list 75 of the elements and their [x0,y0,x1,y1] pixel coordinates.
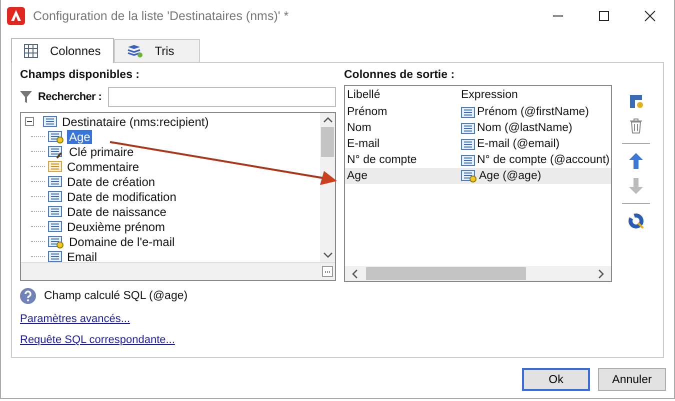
collapse-icon[interactable] [25,117,34,126]
tree-item[interactable]: Date de création [65,174,158,188]
scroll-down-icon [322,251,332,259]
table-cell-text: Prénom [346,106,388,118]
table-cell-text: Nom [346,122,372,134]
tab[interactable]: Tris [114,39,200,62]
tree-item[interactable]: Deuxième prénom [65,220,168,234]
link[interactable]: Paramètres avancés... [20,313,130,325]
trash-icon [629,118,643,134]
scrollbar-thumb[interactable] [366,267,526,280]
list-icon [48,175,62,188]
scroll-right-icon [597,268,605,278]
table-row[interactable]: Nom Nom (@lastName) [345,120,611,136]
table-cell-text: Age [346,170,368,182]
scroll-up-icon [322,116,332,124]
info-text: Champ calculé SQL (@age) [44,290,188,302]
section-heading: Champs disponibles : [20,69,140,83]
tree-item[interactable]: Age [67,130,92,144]
close-icon [644,10,656,22]
table-cell: E-mail (@email) [477,138,560,150]
layers-icon [126,44,143,58]
tree-item[interactable]: Email [65,250,100,264]
list-icon [461,106,475,118]
tree-item[interactable]: Commentaire [65,160,142,174]
arrow-up-icon [629,153,643,169]
tree-item[interactable]: Date de naissance [65,204,168,218]
add-column-icon [629,93,643,109]
table-cell: Nom (@lastName) [477,122,572,134]
ok-button[interactable]: Ok [522,368,590,391]
link[interactable]: Requête SQL correspondante... [20,334,175,346]
section-heading: Colonnes de sortie : [344,69,456,83]
list-icon [461,122,475,134]
calculated-field-icon [48,234,64,248]
calculated-field-icon [461,169,477,183]
table-row[interactable]: N° de compte N° de compte (@account) [345,152,611,168]
list-icon [461,154,475,166]
tab[interactable]: Colonnes [11,38,114,63]
filter-icon [20,90,32,104]
tree-item[interactable]: Domaine de l'e-mail [67,234,177,248]
scroll-left-icon [351,268,359,278]
list-icon [48,160,62,173]
column-header: Expression [460,89,519,101]
window-title: Configuration de la liste 'Destinataires (nms)' * [33,8,290,22]
list-icon [48,190,62,203]
search-label: Rechercher : [38,91,102,103]
app-logo-icon [7,6,25,24]
list-icon [48,220,62,233]
maximize-icon [598,10,610,22]
list-icon [461,138,475,150]
help-icon [20,288,36,304]
key-field-icon [48,144,64,158]
more-icon [322,266,333,277]
table-cell: N° de compte (@account) [477,154,610,166]
ring-chart-icon [628,213,644,229]
tree-item[interactable]: Clé primaire [67,144,136,158]
table-cell-text: N° de compte [346,154,418,166]
list-icon [48,205,62,218]
table-cell: Prénom (@firstName) [477,106,589,118]
table-cell-text: E-mail [346,138,381,150]
table-row[interactable]: Age Age (@age) [345,168,611,184]
grid-icon [24,44,38,58]
tree-item[interactable]: Date de modification [65,190,178,204]
table-cell: Age (@age) [479,170,542,182]
horizontal-scrollbar[interactable] [345,266,611,281]
cancel-button[interactable]: Annuler [598,368,666,391]
tree-item[interactable]: Destinataire (nms:recipient) [60,114,211,128]
vertical-scrollbar[interactable] [320,113,335,262]
table-row[interactable]: Prénom Prénom (@firstName) [345,104,611,120]
scrollbar-thumb[interactable] [321,127,334,157]
calculated-field-icon [48,130,64,144]
table-row[interactable]: E-mail E-mail (@email) [345,136,611,152]
arrow-down-icon [629,178,643,194]
search-field[interactable] [108,87,336,107]
column-header: Libellé [346,89,382,101]
list-icon [43,115,57,128]
